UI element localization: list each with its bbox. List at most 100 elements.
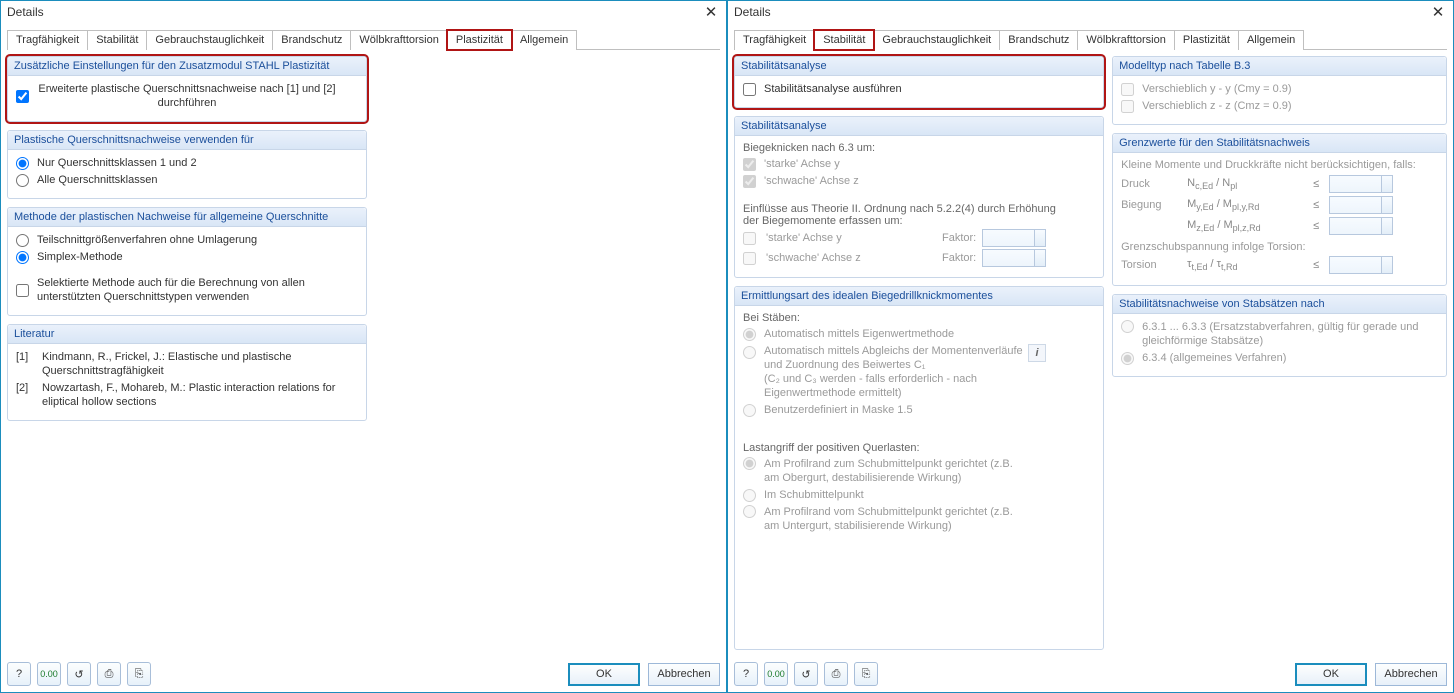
- group-title: Zusätzliche Einstellungen für den Zusatz…: [8, 57, 366, 76]
- units-icon[interactable]: 0.00: [764, 662, 788, 686]
- help-icon[interactable]: ?: [734, 662, 758, 686]
- limit-biegung-z-op: ≤: [1313, 220, 1323, 232]
- radio-equivalent-member: [1121, 320, 1134, 333]
- checkbox-weak-axis-z-label: 'schwache' Achse z: [764, 174, 859, 188]
- checkbox-strong-axis-y: [743, 158, 756, 171]
- radio-load-bottom-label: Am Profilrand vom Schubmittelpunkt geric…: [764, 505, 1024, 533]
- tab-brandschutz[interactable]: Brandschutz: [999, 30, 1078, 50]
- tab-allgemein[interactable]: Allgemein: [1238, 30, 1304, 50]
- tab-tragfaehigkeit[interactable]: Tragfähigkeit: [7, 30, 88, 50]
- window-title: Details: [734, 5, 771, 19]
- radio-moment-matching-label: Automatisch mittels Abgleichs der Moment…: [764, 344, 1024, 372]
- limit-biegung-y-op: ≤: [1313, 199, 1323, 211]
- checkbox-extended-plastic[interactable]: [16, 90, 29, 103]
- radio-user-defined: [743, 404, 756, 417]
- checkbox-factor-y: [743, 232, 756, 245]
- ok-button[interactable]: OK: [568, 663, 640, 686]
- group-limits: Grenzwerte für den Stabilitätsnachweis K…: [1112, 133, 1447, 286]
- radio-moment-matching: [743, 346, 756, 359]
- limit-biegung-y-input[interactable]: [1329, 196, 1393, 214]
- limit-biegung-y-label: Biegung: [1121, 199, 1181, 211]
- radio-all-classes[interactable]: [16, 174, 29, 187]
- radio-partial-internal-forces[interactable]: [16, 234, 29, 247]
- sublabel-members: Bei Stäben:: [743, 312, 1095, 324]
- factor-z-input[interactable]: [982, 249, 1046, 267]
- radio-load-top-label: Am Profilrand zum Schubmittelpunkt geric…: [764, 457, 1024, 485]
- radio-load-shear-center: [743, 489, 756, 502]
- close-icon[interactable]: ✕: [1423, 1, 1453, 23]
- factor-z-label: Faktor:: [942, 252, 976, 264]
- titlebar: Details ✕: [728, 1, 1453, 23]
- radio-classes-1-2-label: Nur Querschnittsklassen 1 und 2: [37, 156, 197, 170]
- cancel-button[interactable]: Abbrechen: [1375, 663, 1447, 686]
- factor-y-input[interactable]: [982, 229, 1046, 247]
- checkbox-weak-axis-z: [743, 175, 756, 188]
- tab-woelbkrafttorsion[interactable]: Wölbkrafttorsion: [1077, 30, 1174, 50]
- tabstrip: Tragfähigkeit Stabilität Gebrauchstaugli…: [734, 29, 1447, 50]
- import-icon[interactable]: ⎘: [127, 662, 151, 686]
- radio-simplex[interactable]: [16, 251, 29, 264]
- checkbox-sway-z-label: Verschieblich z - z (Cmz = 0.9): [1142, 99, 1291, 113]
- checkbox-factor-y-label: 'starke' Achse y: [766, 232, 936, 244]
- limits-intro: Kleine Momente und Druckkräfte nicht ber…: [1121, 159, 1438, 171]
- limit-torsion-expr: τt,Ed / τt,Rd: [1187, 258, 1307, 272]
- limit-torsion-input[interactable]: [1329, 256, 1393, 274]
- export-icon[interactable]: ⎙: [97, 662, 121, 686]
- cancel-button[interactable]: Abbrechen: [648, 663, 720, 686]
- radio-load-top: [743, 457, 756, 470]
- radio-classes-1-2[interactable]: [16, 157, 29, 170]
- limit-druck-op: ≤: [1313, 178, 1323, 190]
- tab-gebrauchstauglichkeit[interactable]: Gebrauchstauglichkeit: [146, 30, 273, 50]
- checkbox-apply-all-types-label: Selektierte Methode auch für die Berechn…: [37, 276, 337, 304]
- group-title: Stabilitätsanalyse: [735, 117, 1103, 136]
- checkbox-extended-plastic-label: Erweiterte plastische Querschnittsnachwe…: [37, 82, 337, 110]
- sublabel-load-application: Lastangriff der positiven Querlasten:: [743, 442, 1095, 454]
- tab-woelbkrafttorsion[interactable]: Wölbkrafttorsion: [350, 30, 447, 50]
- import-icon[interactable]: ⎘: [854, 662, 878, 686]
- info-icon[interactable]: i: [1028, 344, 1046, 362]
- lit-ref-1-text: Kindmann, R., Frickel, J.: Elastische un…: [42, 350, 358, 378]
- tab-allgemein[interactable]: Allgemein: [511, 30, 577, 50]
- group-title: Modelltyp nach Tabelle B.3: [1113, 57, 1446, 76]
- details-dialog-stabilitaet: Details ✕ Tragfähigkeit Stabilität Gebra…: [727, 0, 1454, 693]
- limit-biegung-y-expr: My,Ed / Mpl,y,Rd: [1187, 198, 1307, 212]
- window-title: Details: [7, 5, 44, 19]
- limit-druck-label: Druck: [1121, 178, 1181, 190]
- radio-load-bottom: [743, 505, 756, 518]
- radio-all-classes-label: Alle Querschnittsklassen: [37, 173, 157, 187]
- checkbox-run-stability[interactable]: [743, 83, 756, 96]
- group-title: Stabilitätsnachweise von Stabsätzen nach: [1113, 295, 1446, 314]
- limit-druck-expr: Nc,Ed / Npl: [1187, 177, 1307, 191]
- group-title: Grenzwerte für den Stabilitätsnachweis: [1113, 134, 1446, 153]
- tab-tragfaehigkeit[interactable]: Tragfähigkeit: [734, 30, 815, 50]
- tab-stabilitaet[interactable]: Stabilität: [814, 30, 874, 50]
- tab-plastizitaet[interactable]: Plastizität: [447, 30, 512, 50]
- checkbox-factor-z-label: 'schwache' Achse z: [766, 252, 936, 264]
- units-icon[interactable]: 0.00: [37, 662, 61, 686]
- group-method: Methode der plastischen Nachweise für al…: [7, 207, 367, 316]
- tab-gebrauchstauglichkeit[interactable]: Gebrauchstauglichkeit: [873, 30, 1000, 50]
- checkbox-apply-all-types[interactable]: [16, 284, 29, 297]
- close-icon[interactable]: ✕: [696, 1, 726, 23]
- limit-biegung-z-input[interactable]: [1329, 217, 1393, 235]
- reset-icon[interactable]: ↺: [67, 662, 91, 686]
- group-model-type: Modelltyp nach Tabelle B.3 Verschieblich…: [1112, 56, 1447, 125]
- export-icon[interactable]: ⎙: [824, 662, 848, 686]
- checkbox-factor-z: [743, 252, 756, 265]
- tab-stabilitaet[interactable]: Stabilität: [87, 30, 147, 50]
- tabstrip: Tragfähigkeit Stabilität Gebrauchstaugli…: [7, 29, 720, 50]
- help-icon[interactable]: ?: [7, 662, 31, 686]
- details-dialog-plastizitaet: Details ✕ Tragfähigkeit Stabilität Gebra…: [0, 0, 727, 693]
- group-run-stability: Stabilitätsanalyse Stabilitätsanalyse au…: [734, 56, 1104, 108]
- factor-y-label: Faktor:: [942, 232, 976, 244]
- limits-torsion-intro: Grenzschubspannung infolge Torsion:: [1121, 241, 1438, 253]
- radio-partial-label: Teilschnittgrößenverfahren ohne Umlageru…: [37, 233, 257, 247]
- tab-plastizitaet[interactable]: Plastizität: [1174, 30, 1239, 50]
- reset-icon[interactable]: ↺: [794, 662, 818, 686]
- group-title: Literatur: [8, 325, 366, 344]
- radio-simplex-label: Simplex-Methode: [37, 250, 123, 264]
- tab-brandschutz[interactable]: Brandschutz: [272, 30, 351, 50]
- group-title: Ermittlungsart des idealen Biegedrillkni…: [735, 287, 1103, 306]
- limit-druck-input[interactable]: [1329, 175, 1393, 193]
- ok-button[interactable]: OK: [1295, 663, 1367, 686]
